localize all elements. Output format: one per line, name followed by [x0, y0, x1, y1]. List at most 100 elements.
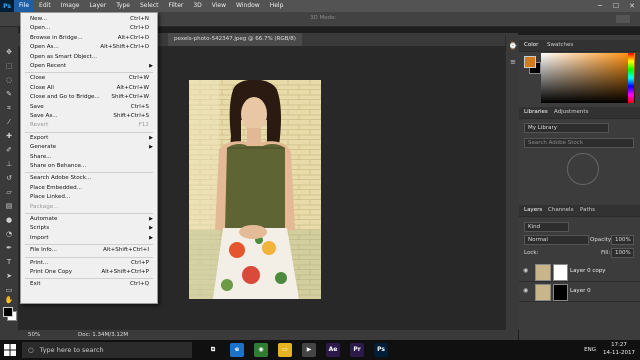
premiere-icon[interactable]: Pr	[350, 343, 364, 357]
hue-slider[interactable]	[628, 53, 634, 103]
color-picker-field[interactable]	[541, 53, 635, 103]
file-menu-item[interactable]: Open as Smart Object...	[21, 53, 157, 62]
menu-image[interactable]: Image	[56, 0, 85, 12]
type-tool-icon[interactable]: T	[3, 257, 15, 267]
taskbar-search-box[interactable]: ○ Type here to search	[22, 342, 192, 358]
tab-swatches[interactable]: Swatches	[547, 42, 573, 48]
file-menu-item[interactable]: Close Ctrl+W	[21, 74, 157, 83]
tab-adjustments[interactable]: Adjustments	[554, 109, 588, 115]
foreground-background-colors[interactable]	[3, 307, 17, 321]
visibility-eye-icon[interactable]: ◉	[523, 267, 528, 274]
photoshop-icon[interactable]: Ps	[374, 343, 388, 357]
edge-icon[interactable]: e	[230, 343, 244, 357]
file-menu-item[interactable]: New... Ctrl+N	[21, 15, 157, 24]
lasso-tool-icon[interactable]: ◌	[3, 75, 15, 85]
menu-help[interactable]: Help	[265, 0, 289, 12]
color-panel-foreground-swatch[interactable]	[524, 56, 536, 68]
file-menu-item[interactable]: Export ▶	[21, 134, 157, 143]
path-selection-tool-icon[interactable]: ➤	[3, 271, 15, 281]
tab-libraries[interactable]: Libraries	[524, 109, 548, 115]
eyedropper-tool-icon[interactable]: ⁄	[3, 117, 15, 127]
file-menu-item[interactable]: Close All Alt+Ctrl+W	[21, 84, 157, 93]
blend-mode-select[interactable]: Normal	[524, 235, 589, 245]
windows-start-icon[interactable]	[4, 344, 16, 356]
menu-filter[interactable]: Filter	[164, 0, 189, 12]
gradient-tool-icon[interactable]: ▤	[3, 201, 15, 211]
zoom-level[interactable]: 50%	[28, 332, 40, 338]
minimize-icon[interactable]: ─	[592, 0, 608, 12]
adobe-stock-search-input[interactable]: Search Adobe Stock	[524, 138, 634, 148]
explorer-icon[interactable]: ▭	[278, 343, 292, 357]
document-image[interactable]	[189, 80, 321, 299]
tab-channels[interactable]: Channels	[548, 207, 573, 213]
hand-tool-icon[interactable]: ✋	[3, 295, 15, 305]
file-menu-item[interactable]: Scripts ▶	[21, 224, 157, 233]
file-menu-item[interactable]: File Info... Alt+Shift+Ctrl+I	[21, 246, 157, 255]
file-menu-item[interactable]: Open As... Alt+Shift+Ctrl+O	[21, 43, 157, 52]
library-select[interactable]: My Library	[524, 123, 609, 133]
file-menu-item[interactable]: Open... Ctrl+O	[21, 24, 157, 33]
file-menu-item[interactable]: Place Linked...	[21, 193, 157, 202]
properties-panel-icon[interactable]: ≡	[507, 57, 519, 67]
crop-tool-icon[interactable]: ⌗	[3, 103, 15, 113]
file-menu-item[interactable]: Share...	[21, 153, 157, 162]
fill-input[interactable]: 100%	[611, 248, 634, 258]
document-tab[interactable]: pexels-photo-542347.jpeg @ 66.7% (RGB/8)	[168, 33, 302, 46]
maximize-icon[interactable]: ☐	[608, 0, 624, 12]
menu-layer[interactable]: Layer	[84, 0, 111, 12]
layer-name[interactable]: Layer 0	[570, 288, 591, 294]
menu-edit[interactable]: Edit	[34, 0, 56, 12]
marquee-tool-icon[interactable]: ⬚	[3, 61, 15, 71]
menu-file[interactable]: File	[14, 0, 35, 12]
menu-type[interactable]: Type	[111, 0, 135, 12]
layer-row[interactable]: ◉ Layer 0	[519, 282, 640, 302]
file-menu-item[interactable]: Print... Ctrl+P	[21, 259, 157, 268]
opacity-input[interactable]: 100%	[611, 235, 634, 245]
tab-color[interactable]: Color	[524, 42, 538, 48]
clock-time[interactable]: 17:27	[602, 342, 636, 348]
file-menu-item[interactable]: Generate ▶	[21, 143, 157, 152]
visibility-eye-icon[interactable]: ◉	[523, 287, 528, 294]
move-tool-icon[interactable]: ✥	[3, 47, 15, 57]
file-menu-item[interactable]: Open Recent ▶	[21, 62, 157, 71]
tab-paths[interactable]: Paths	[580, 207, 595, 213]
eraser-tool-icon[interactable]: ▱	[3, 187, 15, 197]
file-menu-item[interactable]: Search Adobe Stock...	[21, 174, 157, 183]
language-indicator[interactable]: ENG	[584, 347, 596, 353]
file-menu-item[interactable]: Import ▶	[21, 234, 157, 243]
clone-stamp-tool-icon[interactable]: ⊥	[3, 159, 15, 169]
file-menu-item[interactable]: Save Ctrl+S	[21, 103, 157, 112]
clock-date[interactable]: 14-11-2017	[602, 350, 636, 356]
file-menu-item[interactable]: Exit Ctrl+Q	[21, 280, 157, 289]
shape-tool-icon[interactable]: ▭	[3, 285, 15, 295]
file-menu-item[interactable]: Print One Copy Alt+Shift+Ctrl+P	[21, 268, 157, 277]
quick-select-tool-icon[interactable]: ✎	[3, 89, 15, 99]
chrome-icon[interactable]: ◉	[254, 343, 268, 357]
task-view-icon[interactable]: ⧉	[206, 343, 220, 357]
media-icon[interactable]: ▶	[302, 343, 316, 357]
menu-3d[interactable]: 3D	[188, 0, 206, 12]
file-menu-item[interactable]: Share on Behance...	[21, 162, 157, 171]
menu-select[interactable]: Select	[135, 0, 164, 12]
history-brush-tool-icon[interactable]: ↺	[3, 173, 15, 183]
workspace-icon[interactable]	[616, 15, 630, 23]
menu-view[interactable]: View	[207, 0, 231, 12]
after-effects-icon[interactable]: Ae	[326, 343, 340, 357]
menu-window[interactable]: Window	[231, 0, 265, 12]
pen-tool-icon[interactable]: ✒	[3, 243, 15, 253]
close-icon[interactable]: ✕	[624, 0, 640, 12]
layer-name[interactable]: Layer 0 copy	[570, 268, 605, 274]
tab-layers[interactable]: Layers	[524, 207, 542, 213]
file-menu-item[interactable]: Automate ▶	[21, 215, 157, 224]
history-panel-icon[interactable]: ⌚	[507, 41, 519, 51]
blur-tool-icon[interactable]: ●	[3, 215, 15, 225]
layer-row[interactable]: ◉ Layer 0 copy	[519, 262, 640, 282]
file-menu-item[interactable]: Browse in Bridge... Alt+Ctrl+O	[21, 34, 157, 43]
file-menu-item[interactable]: Close and Go to Bridge... Shift+Ctrl+W	[21, 93, 157, 102]
foreground-color-swatch[interactable]	[3, 307, 13, 317]
healing-brush-tool-icon[interactable]: ✚	[3, 131, 15, 141]
dodge-tool-icon[interactable]: ◔	[3, 229, 15, 239]
brush-tool-icon[interactable]: ✐	[3, 145, 15, 155]
layer-filter-select[interactable]: Kind	[524, 222, 569, 232]
file-menu-item[interactable]: Place Embedded...	[21, 184, 157, 193]
